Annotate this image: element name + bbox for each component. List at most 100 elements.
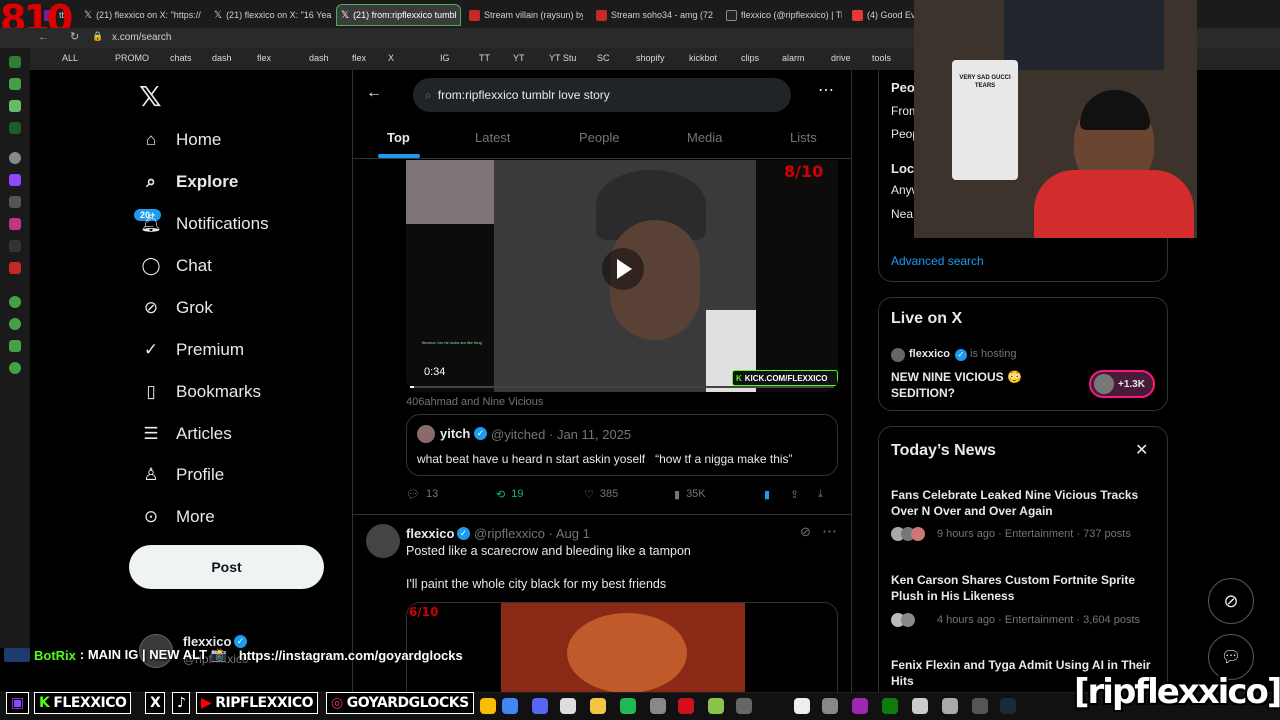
app-icon[interactable] xyxy=(852,698,868,714)
nav-item-notifications[interactable]: 🔔︎ Notifications xyxy=(140,204,268,244)
video-progress-track[interactable] xyxy=(410,386,834,388)
history-app-icon[interactable] xyxy=(9,318,21,330)
xbox-app-icon[interactable] xyxy=(882,698,898,714)
post-button[interactable]: Post xyxy=(129,545,324,589)
play-button[interactable] xyxy=(602,248,644,290)
tab-media[interactable]: Media xyxy=(687,130,722,145)
retweet-button[interactable]: ⟲ 19 xyxy=(496,488,523,501)
nav-item-bookmarks[interactable]: ▯ Bookmarks xyxy=(140,372,261,412)
app-icon[interactable] xyxy=(736,698,752,714)
spotify-app-icon[interactable] xyxy=(620,698,636,714)
x-logo-icon[interactable]: 𝕏 xyxy=(139,80,162,113)
nav-item-profile[interactable]: ♙ Profile xyxy=(140,455,224,495)
back-arrow-icon[interactable]: ← xyxy=(366,84,382,102)
bookmark-item[interactable]: IG xyxy=(440,53,450,63)
tweet-avatar[interactable] xyxy=(366,524,400,558)
browser-tab[interactable]: 𝕏 (21) flexxico on X: "16 Yea xyxy=(210,4,335,26)
browser-tab-active[interactable]: 𝕏 (21) from:ripflexxico tumbl xyxy=(336,4,461,26)
app-icon[interactable] xyxy=(9,340,21,352)
nav-item-chat[interactable]: ◯ Chat xyxy=(140,246,211,286)
nav-item-home[interactable]: ⌂ Home xyxy=(140,120,222,160)
search-input[interactable]: ⌕ from:ripflexxico tumblr love story xyxy=(413,78,791,112)
chrome-app-icon[interactable] xyxy=(480,698,496,714)
nav-item-grok[interactable]: ⊘ Grok xyxy=(140,288,213,328)
youtube-app-icon[interactable] xyxy=(9,262,21,274)
tagged-users[interactable]: 406ahmad and Nine Vicious xyxy=(406,396,543,408)
chrome-app-icon[interactable] xyxy=(502,698,518,714)
browser-tab[interactable]: 𝕏 (21) flexxico on X: "https:// xyxy=(80,4,208,26)
bookmark-item[interactable]: kickbot xyxy=(689,53,717,63)
bookmark-item[interactable]: dash xyxy=(212,53,232,63)
settings-app-icon[interactable] xyxy=(9,152,21,164)
bookmark-filled-icon[interactable]: ▮ xyxy=(764,488,770,501)
app-icon[interactable] xyxy=(9,296,21,308)
app-icon[interactable] xyxy=(9,122,21,134)
space-title[interactable]: NEW NINE VICIOUS 😳 SEDITION? xyxy=(891,369,1081,401)
app-icon[interactable] xyxy=(650,698,666,714)
browser-tab[interactable]: Stream soho34 - amg (72 xyxy=(592,4,714,26)
app-icon[interactable] xyxy=(9,78,21,90)
grok-icon[interactable]: ⊘ xyxy=(800,524,811,540)
reload-icon[interactable]: ↻ xyxy=(70,30,79,43)
bookmark-item[interactable]: flex xyxy=(257,53,271,63)
bookmark-item[interactable]: drive xyxy=(831,53,851,63)
more-options-icon[interactable]: ⋯ xyxy=(822,522,837,540)
back-arrow-icon[interactable]: ← xyxy=(38,31,49,43)
tab-people[interactable]: People xyxy=(579,130,619,145)
bookmark-item[interactable]: ALL xyxy=(62,53,78,63)
nav-item-more[interactable]: ⊙ More xyxy=(140,497,215,537)
bookmark-item[interactable]: chats xyxy=(170,53,192,63)
folder-app-icon[interactable] xyxy=(590,698,606,714)
tab-latest[interactable]: Latest xyxy=(475,130,510,145)
quoted-avatar[interactable] xyxy=(417,425,435,443)
steam-app-icon[interactable] xyxy=(1000,698,1016,714)
discord-app-icon[interactable] xyxy=(532,698,548,714)
openai-app-icon[interactable] xyxy=(560,698,576,714)
app-icon[interactable] xyxy=(822,698,838,714)
bookmark-item[interactable]: SC xyxy=(597,53,610,63)
app-icon[interactable] xyxy=(912,698,928,714)
tweet-author-name[interactable]: flexxico xyxy=(406,526,454,541)
share-icon[interactable]: ⇪ xyxy=(790,488,799,501)
like-button[interactable]: ♡ 385 xyxy=(584,488,618,501)
app-icon[interactable] xyxy=(972,698,988,714)
nav-item-premium[interactable]: ✓ Premium xyxy=(140,330,244,370)
bookmark-item[interactable]: alarm xyxy=(782,53,805,63)
space-listeners-pill[interactable]: +1.3K xyxy=(1089,370,1155,398)
settings-app-icon[interactable] xyxy=(9,362,21,374)
bookmark-item[interactable]: dash xyxy=(309,53,329,63)
refresh-app-icon[interactable] xyxy=(9,56,21,68)
browser-tab[interactable]: (4) Good Eve xyxy=(848,4,918,26)
tab-top[interactable]: Top xyxy=(387,130,410,145)
close-icon[interactable]: ✕ xyxy=(1135,440,1148,460)
reply-button[interactable]: 💬︎ 13 xyxy=(406,488,438,501)
tab-lists[interactable]: Lists xyxy=(790,130,817,145)
host-name[interactable]: flexxico xyxy=(909,348,950,360)
more-options-icon[interactable]: ⋯ xyxy=(818,80,834,100)
app-icon[interactable] xyxy=(942,698,958,714)
capcut-app-icon[interactable] xyxy=(794,698,810,714)
bookmark-item[interactable]: flex xyxy=(352,53,366,63)
download-icon[interactable]: ⤓ xyxy=(818,488,823,501)
filter-near-option[interactable]: Nea xyxy=(891,207,913,221)
video-player[interactable]: 8/10 flexxico: bro he looks sm like thug… xyxy=(406,160,838,392)
browser-tab[interactable]: Stream villain (raysun) by xyxy=(465,4,583,26)
app-icon[interactable] xyxy=(9,196,21,208)
url-field[interactable]: x.com/search xyxy=(112,32,171,43)
quoted-name[interactable]: yitch xyxy=(440,426,470,441)
bookmark-item[interactable]: YT xyxy=(513,53,525,63)
nav-item-explore[interactable]: ⌕ Explore xyxy=(140,162,238,202)
twitch-app-icon[interactable] xyxy=(9,174,21,186)
bookmark-item[interactable]: YT Stu xyxy=(549,53,576,63)
app-icon[interactable] xyxy=(9,100,21,112)
host-avatar[interactable] xyxy=(891,348,905,362)
opera-app-icon[interactable] xyxy=(678,698,694,714)
instagram-app-icon[interactable] xyxy=(9,218,21,230)
nav-item-articles[interactable]: ☰ Articles xyxy=(140,414,231,454)
grok-fab-icon[interactable]: ⊘ xyxy=(1208,578,1254,624)
views-button[interactable]: ▮ 35K xyxy=(674,488,706,501)
bookmark-item[interactable]: TT xyxy=(479,53,490,63)
bookmark-item[interactable]: PROMO xyxy=(115,53,149,63)
bookmark-item[interactable]: tools xyxy=(872,53,891,63)
bookmark-item[interactable]: X xyxy=(388,53,394,63)
